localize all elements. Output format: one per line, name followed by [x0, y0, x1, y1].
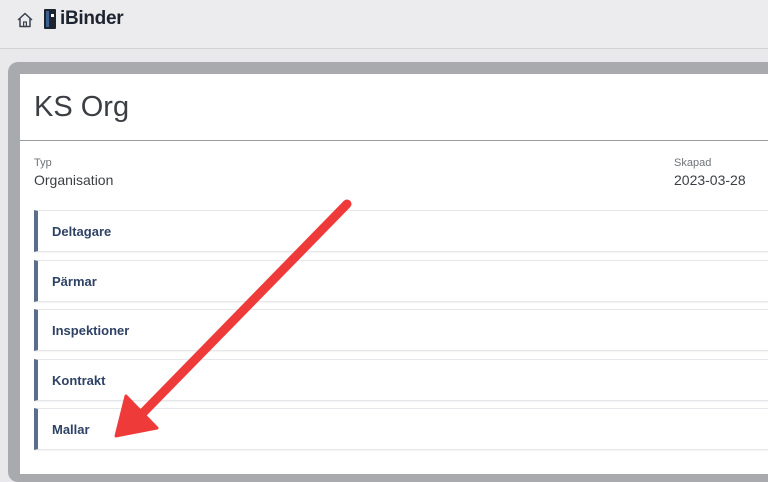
home-icon[interactable]: [16, 11, 34, 29]
type-label: Typ: [34, 157, 52, 169]
created-label: Skapad: [674, 157, 712, 169]
organisation-panel: KS Org Typ Organisation Skapad 2023-03-2…: [20, 74, 768, 474]
page-title: KS Org: [34, 91, 130, 123]
type-value: Organisation: [34, 172, 114, 188]
section-label: Mallar: [52, 422, 90, 437]
section-inspektioner[interactable]: Inspektioner: [34, 309, 768, 351]
brand-logo-text[interactable]: iBinder: [60, 8, 124, 30]
binder-logo-icon: [44, 9, 56, 29]
section-deltagare[interactable]: Deltagare: [34, 210, 768, 252]
title-area: KS Org: [20, 74, 768, 141]
section-label: Inspektioner: [52, 323, 130, 338]
section-kontrakt[interactable]: Kontrakt: [34, 359, 768, 401]
top-bar: iBinder: [0, 0, 768, 49]
section-label: Kontrakt: [52, 373, 106, 388]
created-value: 2023-03-28: [674, 172, 746, 188]
section-label: Pärmar: [52, 274, 97, 289]
section-mallar[interactable]: Mallar: [34, 408, 768, 450]
section-parmar[interactable]: Pärmar: [34, 260, 768, 302]
section-label: Deltagare: [52, 224, 112, 239]
